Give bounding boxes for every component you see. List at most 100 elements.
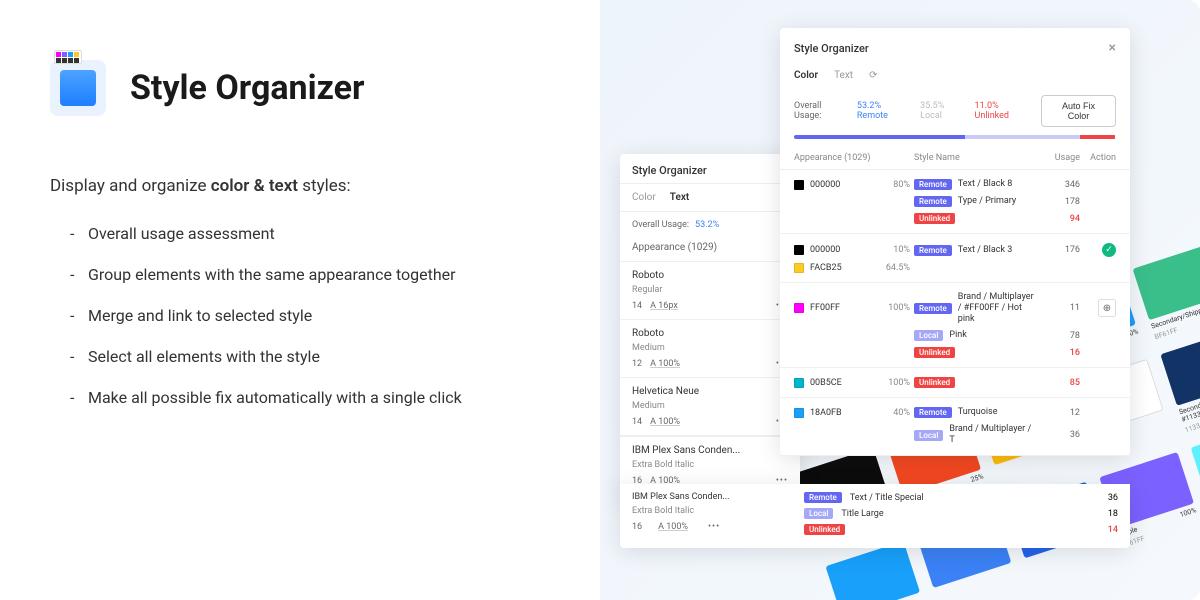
col-usage: Usage <box>1036 153 1080 163</box>
hex-code: FF00FF <box>810 303 840 313</box>
panel-title: Style Organizer <box>620 154 800 184</box>
feature-item: Group elements with the same appearance … <box>70 265 550 284</box>
usage-count: 346 <box>1036 180 1080 190</box>
col-appearance: Appearance (1029) <box>794 153 914 163</box>
feature-item: Select all elements with the style <box>70 347 550 366</box>
color-group: FF00FF 100% Remote Brand / Multiplayer / #F… <box>780 283 1130 368</box>
feature-item: Overall usage assessment <box>70 224 550 243</box>
font-family: IBM Plex Sans Conden... <box>632 445 788 456</box>
col-style: Style Name <box>914 153 1036 163</box>
color-row[interactable]: Unlinked16 <box>780 344 1130 361</box>
style-name: Type / Primary <box>958 196 1016 207</box>
color-row[interactable]: LocalPink78 <box>780 327 1130 344</box>
font-group[interactable]: Roboto Regular 14A 16px••• <box>620 262 800 320</box>
color-row[interactable]: 18A0FB40%RemoteTurquoise12 <box>780 404 1130 421</box>
hex-code: FACB25 <box>810 263 842 273</box>
opacity-pct: 100% <box>888 378 910 388</box>
color-group: 18A0FB40%RemoteTurquoise12LocalBrand / M… <box>780 398 1130 456</box>
opacity-pct: 40% <box>893 408 910 418</box>
font-family: IBM Plex Sans Conden... <box>632 492 792 502</box>
opacity-pct: 10% <box>893 245 910 255</box>
feature-item: Make all possible fix automatically with… <box>70 388 550 407</box>
style-name: Pink <box>949 330 966 341</box>
color-row[interactable]: Local Brand / Multiplayer / T36 <box>780 421 1130 449</box>
unlinked-pct: 11.0% Unlinked <box>975 101 1034 121</box>
opacity-pct: 80% <box>893 180 910 190</box>
style-name: Text / Black 3 <box>958 245 1013 256</box>
tab-text[interactable]: Text <box>670 192 690 203</box>
font-weight: Extra Bold Italic <box>632 460 788 470</box>
color-group: 00B5CE100%Unlinked85 <box>780 368 1130 398</box>
style-name: Brand / Multiplayer / #FF00FF / Hot pink <box>958 292 1036 324</box>
usage-count: 178 <box>1036 197 1080 207</box>
badge-remote: Remote <box>914 196 952 207</box>
close-icon[interactable]: × <box>1109 40 1116 56</box>
color-swatch <box>794 245 804 255</box>
badge-remote: Remote <box>914 179 952 190</box>
badge-unlinked: Unlinked <box>914 377 955 388</box>
product-header: Style Organizer <box>50 60 550 116</box>
swatch-card: Secondary/Shipping100%BF61FF <box>1133 244 1200 342</box>
usage-count: 176 <box>1036 245 1080 255</box>
tab-text[interactable]: Text <box>834 70 853 81</box>
badge-remote: Remote <box>914 245 952 256</box>
auto-fix-button[interactable]: Auto Fix Color <box>1041 95 1116 127</box>
usage-label: Overall Usage: <box>794 101 849 121</box>
font-weight: Medium <box>632 343 788 353</box>
local-pct: 35.5% Local <box>920 101 966 121</box>
usage-bar <box>794 135 1116 139</box>
hex-code: 000000 <box>810 180 840 190</box>
appearance-header: Appearance (1029) <box>620 234 800 262</box>
tab-color[interactable]: Color <box>794 70 818 81</box>
style-name: Text / Black 8 <box>958 179 1013 190</box>
font-family: Roboto <box>632 328 788 339</box>
color-panel: Style Organizer × Color Text ⟳ Overall U… <box>780 28 1130 456</box>
text-panel: Style Organizer Color Text ⟳ Overall Usa… <box>620 154 800 500</box>
font-group[interactable]: Helvetica Neue Medium 14A 100%••• <box>620 378 800 436</box>
swatch-card: Blue18A0FB <box>825 541 926 600</box>
product-logo <box>50 60 106 116</box>
badge-remote: Remote <box>804 492 842 503</box>
color-swatch <box>794 303 804 313</box>
style-row[interactable]: Unlinked14 <box>804 524 1118 535</box>
more-icon[interactable]: ••• <box>708 522 720 532</box>
badge-local: Local <box>804 508 833 519</box>
font-group[interactable]: Roboto Medium 12A 100%••• <box>620 320 800 378</box>
usage-value: 53.2% <box>695 220 719 230</box>
feature-item: Merge and link to selected style <box>70 306 550 325</box>
bottom-style-section: IBM Plex Sans Conden... Extra Bold Itali… <box>620 484 1130 548</box>
opacity-pct: 64.5% <box>886 263 910 273</box>
target-icon[interactable]: ⊕ <box>1098 299 1116 317</box>
color-row[interactable]: Unlinked94 <box>780 210 1130 227</box>
color-row[interactable]: 000000 80% Remote Text / Black 8 346 <box>780 176 1130 193</box>
color-row[interactable]: 00000010%RemoteText / Black 3176✓ <box>780 240 1130 260</box>
color-row[interactable]: Remote Type / Primary 178 <box>780 193 1130 210</box>
usage-count: 11 <box>1036 303 1080 313</box>
usage-count: 78 <box>1036 331 1080 341</box>
usage-count: 12 <box>1036 408 1080 418</box>
feature-list: Overall usage assessment Group elements w… <box>50 224 550 407</box>
color-swatch <box>794 263 804 273</box>
font-weight: Regular <box>632 285 788 295</box>
font-family: Helvetica Neue <box>632 386 788 397</box>
hex-code: 18A0FB <box>810 408 842 418</box>
check-icon[interactable]: ✓ <box>1102 243 1116 257</box>
badge-remote: Remote <box>914 407 952 418</box>
style-name: Brand / Multiplayer / T <box>949 424 1036 446</box>
color-row[interactable]: FACB25 64.5% <box>780 260 1130 276</box>
tab-color[interactable]: Color <box>632 192 656 203</box>
refresh-icon[interactable]: ⟳ <box>869 70 877 81</box>
color-row[interactable]: FF00FF 100% Remote Brand / Multiplayer / #F… <box>780 289 1130 327</box>
badge-local: Local <box>914 430 943 441</box>
color-row[interactable]: 00B5CE100%Unlinked85 <box>780 374 1130 391</box>
style-row[interactable]: RemoteText / Title Special36 <box>804 492 1118 503</box>
badge-unlinked: Unlinked <box>804 524 845 535</box>
hex-code: 00B5CE <box>810 378 842 388</box>
color-swatch <box>794 408 804 418</box>
usage-count: 36 <box>1036 430 1080 440</box>
usage-count: 16 <box>1036 348 1080 358</box>
font-weight: Extra Bold Italic <box>632 506 792 516</box>
style-row[interactable]: LocalTitle Large18 <box>804 508 1118 519</box>
badge-remote: Remote <box>914 303 952 314</box>
opacity-pct: 100% <box>888 303 910 313</box>
